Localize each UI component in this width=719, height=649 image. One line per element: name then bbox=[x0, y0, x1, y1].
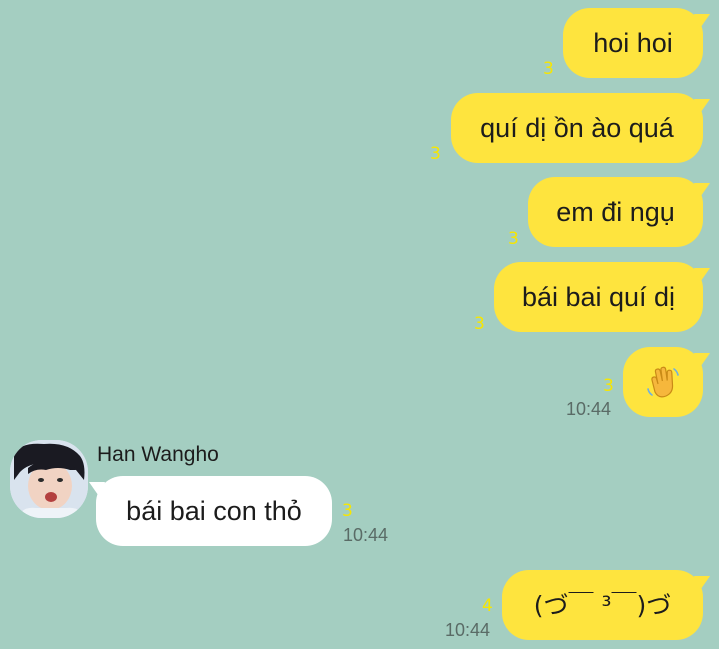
message-text: (づ￣ ³￣)づ bbox=[533, 590, 672, 620]
message-text: quí dị ồn ào quá bbox=[480, 112, 674, 143]
message-timestamp: 10:44 bbox=[343, 525, 389, 545]
avatar[interactable] bbox=[10, 440, 88, 518]
unread-count: 3 bbox=[603, 376, 614, 396]
waving-hand-icon bbox=[647, 366, 679, 398]
message-bubble[interactable]: (づ￣ ³￣)づ bbox=[502, 570, 703, 640]
message-text: bái bai quí dị bbox=[521, 281, 676, 312]
sender-name: Han Wangho bbox=[97, 443, 219, 466]
unread-count: 3 bbox=[508, 229, 519, 249]
unread-count: 3 bbox=[430, 144, 441, 164]
unread-count: 3 bbox=[342, 501, 353, 521]
message-bubble[interactable]: hoi hoi bbox=[563, 8, 703, 78]
message-text: bái bai con thỏ bbox=[126, 495, 302, 526]
message-text: em đi ngụ bbox=[556, 196, 675, 227]
message-text: hoi hoi bbox=[593, 27, 673, 58]
avatar-photo bbox=[10, 440, 88, 518]
message-timestamp: 10:44 bbox=[445, 620, 491, 640]
message-bubble[interactable]: bái bai con thỏ bbox=[96, 476, 332, 546]
message-bubble[interactable]: bái bai quí dị bbox=[494, 262, 703, 332]
message-bubble[interactable]: quí dị ồn ào quá bbox=[451, 93, 703, 163]
unread-count: 3 bbox=[474, 314, 485, 334]
message-bubble[interactable]: em đi ngụ bbox=[528, 177, 703, 247]
unread-count: 4 bbox=[482, 596, 493, 616]
message-timestamp: 10:44 bbox=[566, 399, 612, 419]
message-bubble[interactable] bbox=[623, 347, 703, 417]
unread-count: 3 bbox=[543, 59, 554, 79]
